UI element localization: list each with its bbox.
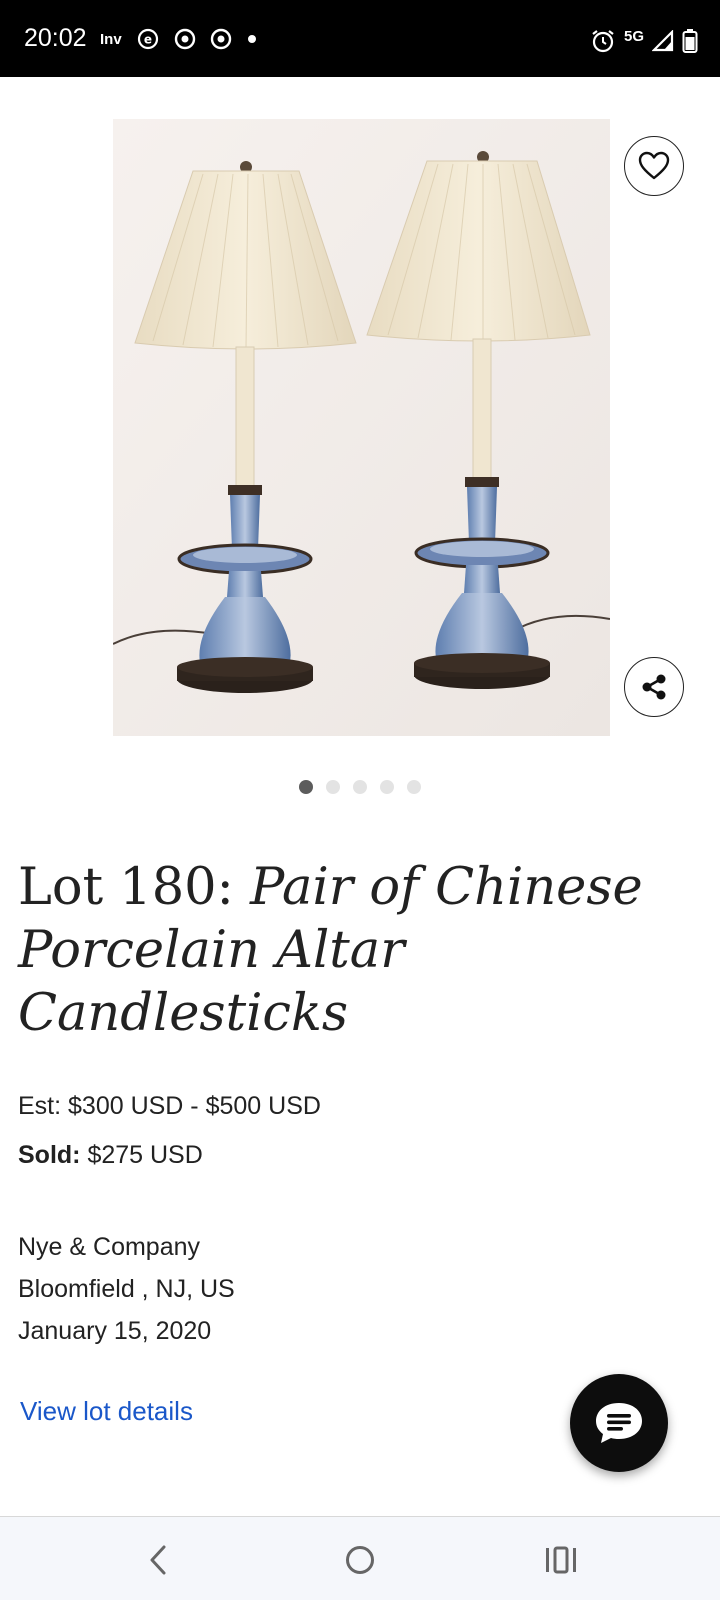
chat-button[interactable]: [570, 1374, 668, 1472]
heart-icon: [638, 151, 670, 181]
gallery-dot[interactable]: [407, 780, 421, 794]
inv-app-icon: Inv: [100, 30, 122, 48]
recents-button[interactable]: [541, 1543, 581, 1577]
dot-icon: [246, 33, 258, 45]
share-icon: [640, 673, 668, 701]
home-icon: [344, 1544, 376, 1576]
chrome-icon: [210, 28, 232, 50]
recents-icon: [544, 1545, 578, 1575]
signal-icon: [652, 30, 674, 52]
gallery-dot[interactable]: [353, 780, 367, 794]
sold-label: Sold:: [18, 1141, 81, 1169]
auction-location: Bloomfield , NJ, US: [18, 1275, 235, 1303]
lot-image[interactable]: [113, 119, 610, 736]
sold-value: $275 USD: [80, 1141, 203, 1169]
alarm-icon: [590, 28, 616, 54]
auction-date: January 15, 2020: [18, 1317, 212, 1345]
status-time: 20:02: [24, 24, 87, 52]
gallery-dot[interactable]: [299, 780, 313, 794]
lot-estimate: Est: $300 USD - $500 USD: [18, 1092, 321, 1120]
battery-icon: [682, 28, 698, 54]
share-button[interactable]: [624, 657, 684, 717]
back-icon: [147, 1544, 169, 1576]
svg-text:e: e: [144, 33, 152, 47]
chat-icon: [593, 1400, 645, 1446]
auction-house-info: Nye & Company Bloomfield , NJ, US Januar…: [18, 1226, 235, 1352]
home-button[interactable]: [340, 1543, 380, 1577]
lot-number: Lot 180:: [18, 858, 251, 917]
lot-sold-price: Sold: $275 USD: [18, 1141, 203, 1170]
gallery-pagination: [0, 780, 720, 794]
status-notification-icons: Inv e: [100, 28, 258, 50]
view-lot-details-link[interactable]: View lot details: [20, 1396, 193, 1427]
auction-house-name: Nye & Company: [18, 1233, 201, 1261]
network-label: 5G: [623, 27, 644, 45]
chrome-icon: [174, 28, 196, 50]
candlesticks-photo: [113, 119, 610, 736]
back-button[interactable]: [138, 1543, 178, 1577]
favorite-button[interactable]: [624, 136, 684, 196]
e-app-icon: e: [136, 28, 160, 50]
status-bar: 20:02 Inv e 5G: [0, 0, 720, 77]
lot-title: Lot 180: Pair of Chinese Porcelain Altar…: [18, 856, 698, 1045]
gallery-dot[interactable]: [380, 780, 394, 794]
gallery-dot[interactable]: [326, 780, 340, 794]
system-nav-bar: [0, 1517, 720, 1600]
status-system-icons: 5G: [590, 28, 698, 54]
